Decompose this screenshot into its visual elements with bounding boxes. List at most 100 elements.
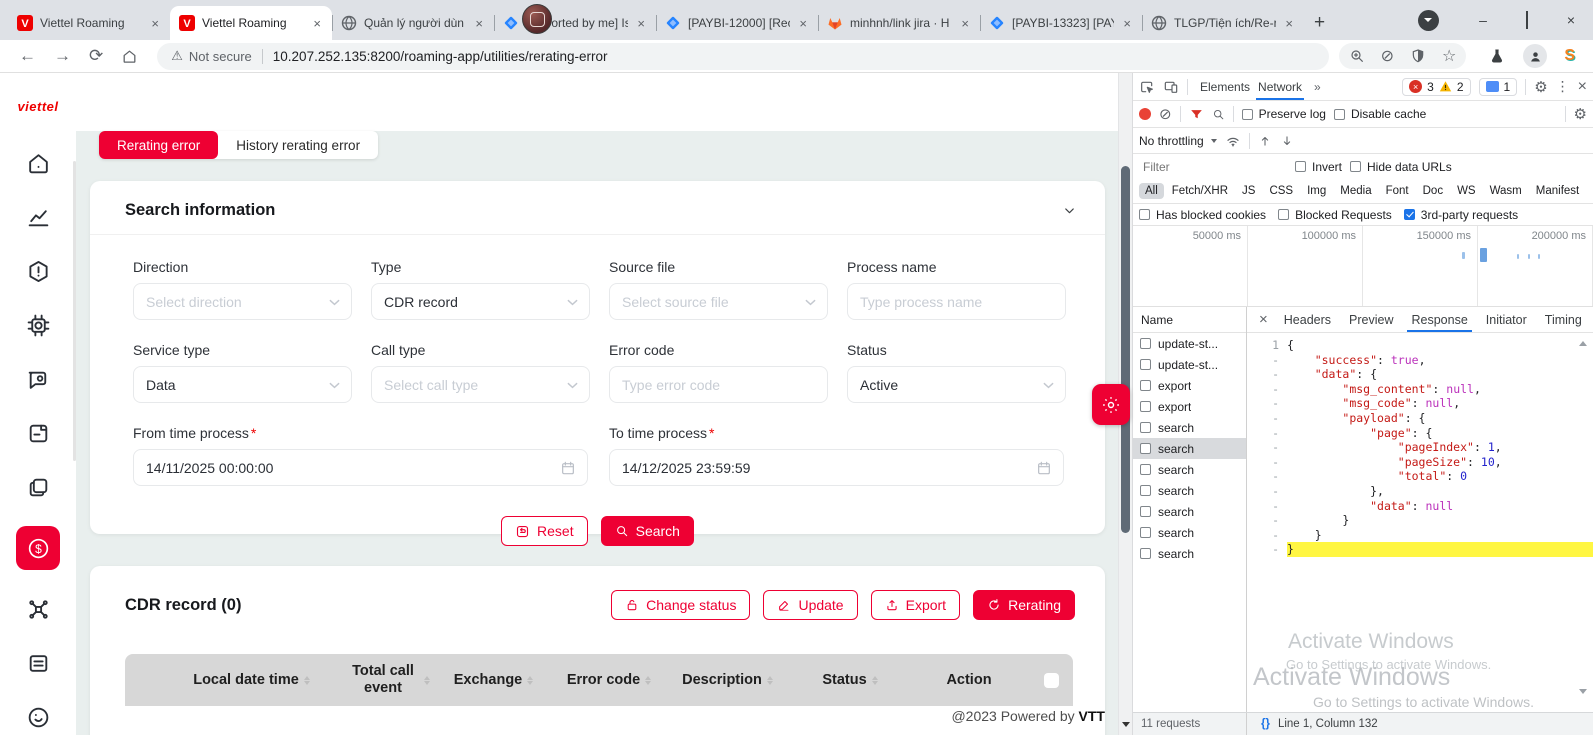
flask-icon[interactable]: [1489, 48, 1505, 64]
browser-tab[interactable]: [PAYBI-13323] [PAY×: [980, 6, 1142, 40]
record-icon[interactable]: [1139, 108, 1151, 120]
search-button[interactable]: Search: [601, 516, 694, 546]
bookmark-star-icon[interactable]: ☆: [1442, 46, 1456, 66]
response-tab-preview[interactable]: Preview: [1341, 307, 1401, 332]
sorter-icon[interactable]: [424, 676, 430, 685]
network-filter-input[interactable]: [1139, 158, 1287, 175]
close-icon[interactable]: ×: [149, 16, 161, 31]
close-window-button[interactable]: ×: [1549, 12, 1593, 28]
select-status[interactable]: Active: [847, 366, 1066, 403]
sorter-icon[interactable]: [527, 676, 533, 685]
scroll-down-arrow[interactable]: [1579, 689, 1587, 694]
sorter-icon[interactable]: [304, 676, 310, 685]
request-row[interactable]: export: [1133, 396, 1246, 417]
column-header-total-call-event[interactable]: Total call event: [345, 654, 432, 706]
sidebar-item-phone[interactable]: [16, 702, 60, 732]
header-settings-box[interactable]: [1044, 673, 1059, 688]
export-button[interactable]: Export: [871, 590, 960, 620]
sidebar-scrollbar[interactable]: [73, 161, 76, 461]
response-tab-timing[interactable]: Timing: [1537, 307, 1590, 332]
select-service-type[interactable]: Data: [133, 366, 352, 403]
close-icon[interactable]: ×: [797, 16, 809, 31]
scroll-up-arrow[interactable]: [1579, 341, 1587, 346]
network-timeline[interactable]: 50000 ms100000 ms150000 ms200000 ms: [1133, 226, 1593, 307]
browser-tab[interactable]: VViettel Roaming×: [8, 6, 170, 40]
browser-tab[interactable]: VViettel Roaming×: [170, 6, 332, 40]
security-label[interactable]: Not secure: [189, 49, 252, 64]
reset-button[interactable]: Reset: [501, 516, 588, 546]
network-conditions-icon[interactable]: [1225, 133, 1241, 149]
scrollbar-thumb[interactable]: [1121, 166, 1130, 533]
chevron-down-icon[interactable]: [1062, 203, 1077, 218]
shield-icon[interactable]: [1410, 48, 1426, 64]
3rd-party-requests-checkbox[interactable]: 3rd-party requests: [1404, 208, 1518, 222]
update-button[interactable]: Update: [763, 590, 857, 620]
select-direction[interactable]: Select direction: [133, 283, 352, 320]
filter-chip-media[interactable]: Media: [1334, 183, 1377, 199]
url-field[interactable]: ⚠ Not secure 10.207.252.135:8200/roaming…: [157, 43, 1328, 70]
close-response-icon[interactable]: ×: [1253, 311, 1274, 328]
tab-rerating-error[interactable]: Rerating error: [99, 131, 218, 159]
filter-chip-fetch-xhr[interactable]: Fetch/XHR: [1166, 183, 1234, 199]
request-row[interactable]: update-st...: [1133, 354, 1246, 375]
inspect-icon[interactable]: [1139, 79, 1155, 95]
disable-cache-checkbox[interactable]: Disable cache: [1334, 107, 1426, 121]
blocked-icon[interactable]: ⊘: [1381, 46, 1394, 66]
devtools-menu-icon[interactable]: ⋮: [1556, 78, 1570, 95]
select-call-type[interactable]: Select call type: [371, 366, 590, 403]
sidebar-item-chart[interactable]: [16, 202, 60, 232]
sidebar-item-chip[interactable]: [16, 310, 60, 340]
filter-chip-css[interactable]: CSS: [1263, 183, 1299, 199]
settings-fab-button[interactable]: [1092, 384, 1130, 425]
date-input-from[interactable]: 14/11/2025 00:00:00: [133, 449, 588, 486]
select-source-file[interactable]: Select source file: [609, 283, 828, 320]
filter-chip-img[interactable]: Img: [1301, 183, 1332, 199]
maximize-button[interactable]: [1505, 12, 1549, 28]
scrollbar-down-arrow[interactable]: [1122, 722, 1130, 727]
filter-chip-ws[interactable]: WS: [1451, 183, 1482, 199]
zoom-icon[interactable]: [1349, 48, 1365, 64]
url-text[interactable]: 10.207.252.135:8200/roaming-app/utilitie…: [273, 49, 608, 64]
filter-funnel-icon[interactable]: [1189, 107, 1204, 122]
select-type[interactable]: CDR record: [371, 283, 590, 320]
filter-chip-all[interactable]: All: [1139, 183, 1164, 199]
new-tab-button[interactable]: +: [1314, 12, 1325, 34]
devtools-tab-elements[interactable]: Elements: [1196, 73, 1254, 100]
devtools-close-icon[interactable]: ×: [1578, 78, 1587, 96]
issues-badges[interactable]: ×3 2: [1402, 78, 1470, 96]
change-status-button[interactable]: Change status: [611, 590, 750, 620]
filter-chip-js[interactable]: JS: [1236, 183, 1261, 199]
import-har-icon[interactable]: [1258, 134, 1272, 148]
blocked-requests-checkbox[interactable]: Blocked Requests: [1278, 208, 1392, 222]
input-error-code[interactable]: Type error code: [609, 366, 828, 403]
request-row[interactable]: search: [1133, 438, 1246, 459]
close-icon[interactable]: ×: [1283, 16, 1295, 31]
request-row[interactable]: search: [1133, 417, 1246, 438]
sidebar-item-home[interactable]: [16, 148, 60, 178]
s-extension-icon[interactable]: S: [1564, 47, 1575, 65]
sidebar-item-doc[interactable]: [16, 418, 60, 448]
minimize-button[interactable]: –: [1461, 12, 1505, 28]
request-row[interactable]: export: [1133, 375, 1246, 396]
sorter-icon[interactable]: [767, 676, 773, 685]
filter-chip-doc[interactable]: Doc: [1417, 183, 1449, 199]
sidebar-item-nodes[interactable]: [16, 594, 60, 624]
forward-icon[interactable]: →: [54, 46, 71, 66]
has-blocked-cookies-checkbox[interactable]: Has blocked cookies: [1139, 208, 1266, 222]
close-icon[interactable]: ×: [1121, 16, 1133, 31]
sidebar-item-list[interactable]: [16, 648, 60, 678]
hide-data-urls-checkbox[interactable]: Hide data URLs: [1350, 160, 1452, 174]
filter-chip-font[interactable]: Font: [1380, 183, 1415, 199]
request-row[interactable]: update-st...: [1133, 333, 1246, 354]
sidebar-item-chat[interactable]: [16, 364, 60, 394]
column-header-error-code[interactable]: Error code: [555, 654, 663, 706]
search-panel-header[interactable]: Search information: [90, 181, 1105, 235]
response-viewer[interactable]: 1{- "success": true,- "data": {- "msg_co…: [1247, 333, 1593, 712]
response-tab-initiator[interactable]: Initiator: [1478, 307, 1535, 332]
request-row[interactable]: search: [1133, 480, 1246, 501]
rerating-button[interactable]: Rerating: [973, 590, 1075, 620]
response-tab-response[interactable]: Response: [1403, 307, 1475, 332]
more-tabs-icon[interactable]: »: [1314, 80, 1321, 94]
browser-tab[interactable]: TLGP/Tiện ích/Re-r×: [1142, 6, 1304, 40]
reload-icon[interactable]: ⟳: [89, 46, 103, 66]
